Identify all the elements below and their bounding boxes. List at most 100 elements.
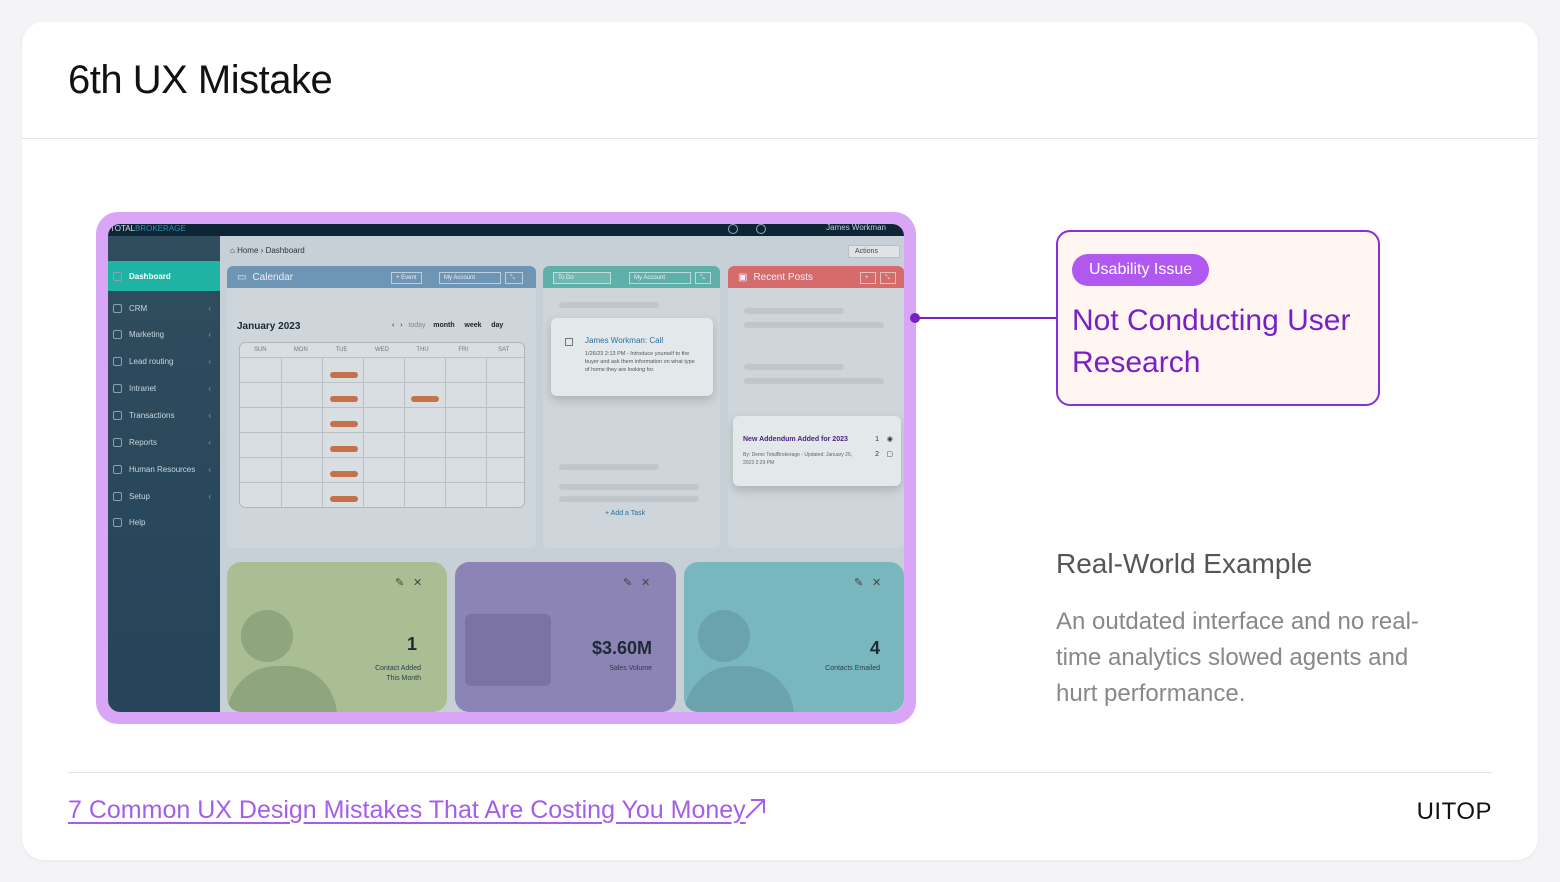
usability-issue-badge: Usability Issue (1072, 254, 1210, 286)
stat-value: 1 (406, 634, 417, 654)
stat-card-contacts-emailed: ✎ ✕ 4 Contacts Emailed (684, 562, 904, 712)
sidebar-item-intranet[interactable]: Intranet ‹ (108, 377, 220, 399)
stat-value: 4 (869, 638, 880, 658)
post-title[interactable]: New Addendum Added for 2023 (743, 436, 848, 443)
issue-title: Not Conducting User Research (1072, 304, 1351, 379)
sidebar-item-lead-routing[interactable]: Lead routing ‹ (108, 350, 220, 372)
screenshot-frame: TOTALBROKERAGE James Workman Dashboard C… (96, 212, 916, 724)
card-header: 6th UX Mistake (22, 22, 1538, 139)
calendar-panel: ▭ Calendar + Event My Account ⤡ January … (227, 266, 536, 548)
actions-dropdown[interactable]: Actions (848, 245, 900, 258)
connector-line (917, 317, 1057, 319)
edit-icon[interactable]: ✎ (623, 576, 632, 589)
close-icon[interactable]: ✕ (413, 576, 422, 589)
post-card[interactable]: New Addendum Added for 2023 By: Demo Tot… (733, 416, 901, 486)
month-view-button[interactable]: month (433, 322, 454, 329)
comment-count: 2 (875, 451, 879, 458)
calendar-month-label: January 2023 (237, 321, 301, 332)
task-title[interactable]: James Workman: Call (585, 336, 663, 345)
todo-panel: To Do My Account ⤡ James Workman: Call 1… (543, 266, 720, 548)
home-icon: ⌂ (230, 246, 235, 255)
week-view-button[interactable]: week (464, 322, 481, 329)
footer-divider (68, 772, 1492, 773)
home-icon (113, 271, 122, 281)
today-button[interactable]: today (408, 322, 425, 329)
stat-label: Sales Volume (609, 665, 652, 672)
article-link[interactable]: 7 Common UX Design Mistakes That Are Cos… (68, 796, 746, 825)
gear-icon (113, 491, 122, 501)
mail-icon (113, 329, 122, 339)
post-meta: By: Demo TotalBrokerage - Updated: Janua… (743, 452, 853, 466)
stat-label: Contact Added This Month (375, 665, 421, 682)
day-view-button[interactable]: day (491, 322, 503, 329)
breadcrumb-home[interactable]: Home (237, 246, 258, 255)
close-icon[interactable]: ✕ (641, 576, 650, 589)
help-icon (113, 517, 122, 527)
calendar-event[interactable] (330, 372, 358, 378)
edit-icon[interactable]: ✎ (854, 576, 863, 589)
sidebar-item-dashboard[interactable]: Dashboard (108, 261, 220, 291)
users-icon (113, 303, 122, 313)
dashboard-screenshot: TOTALBROKERAGE James Workman Dashboard C… (108, 224, 904, 712)
real-world-description: An outdated interface and no real-time a… (1056, 608, 1419, 707)
calendar-event[interactable] (411, 396, 439, 402)
money-icon (465, 614, 551, 686)
posts-header: ▣ Recent Posts (728, 266, 904, 288)
calendar-event[interactable] (330, 421, 358, 427)
edit-icon[interactable]: ✎ (395, 576, 404, 589)
close-icon[interactable]: ✕ (872, 576, 881, 589)
calendar-icon: ▭ (237, 271, 247, 283)
todo-select[interactable]: To Do (553, 272, 611, 284)
sidebar-item-human-resources[interactable]: Human Resources ‹ (108, 458, 220, 480)
next-month-button[interactable]: › (400, 322, 402, 329)
todo-account-select[interactable]: My Account (629, 272, 691, 284)
notification-icon[interactable] (756, 224, 766, 234)
sidebar-item-reports[interactable]: Reports ‹ (108, 431, 220, 453)
user-name[interactable]: James Workman (826, 224, 886, 232)
brand-logo: TOTALBROKERAGE (110, 224, 186, 233)
calendar-weekdays: SUN MON TUE WED THU FRI SAT (253, 347, 510, 353)
arrow-up-right-icon[interactable] (742, 796, 768, 822)
prev-month-button[interactable]: ‹ (392, 322, 394, 329)
real-world-title: Real-World Example (1056, 548, 1313, 579)
dashboard-sidebar: Dashboard CRM ‹ Marketing ‹ Lead routing ‹ … (108, 236, 220, 712)
sidebar-item-transactions[interactable]: Transactions ‹ (108, 404, 220, 426)
add-task-link[interactable]: + Add a Task (605, 510, 645, 517)
sidebar-item-crm[interactable]: CRM ‹ (108, 297, 220, 319)
sidebar-item-help[interactable]: Help (108, 511, 220, 533)
routing-icon (113, 356, 122, 366)
people-icon (113, 464, 122, 474)
stat-label: Contacts Emailed (825, 665, 880, 672)
sidebar-item-setup[interactable]: Setup ‹ (108, 485, 220, 507)
expand-icon[interactable]: ⤡ (880, 272, 896, 284)
calendar-grid[interactable]: SUN MON TUE WED THU FRI SAT (239, 342, 525, 508)
add-event-button[interactable]: + Event (391, 272, 422, 284)
brand-name: UITOP (1416, 798, 1492, 825)
help-icon[interactable] (728, 224, 738, 234)
article-card: 6th UX Mistake TOTALBROKERAGE James Work… (22, 22, 1538, 860)
sidebar-item-marketing[interactable]: Marketing ‹ (108, 323, 220, 345)
calendar-event[interactable] (330, 496, 358, 502)
eye-icon: ◉ (886, 436, 893, 443)
page-title: 6th UX Mistake (68, 57, 333, 102)
expand-icon[interactable]: ⤡ (695, 272, 711, 284)
view-count: 1 (875, 436, 879, 443)
task-checkbox[interactable] (565, 338, 573, 346)
issue-callout: Usability Issue Not Conducting User Rese… (1056, 230, 1380, 406)
box-icon (113, 410, 122, 420)
calendar-nav: ‹ › today month week day (392, 322, 503, 329)
chart-icon (113, 437, 122, 447)
calendar-event[interactable] (330, 446, 358, 452)
stat-card-sales-volume: ✎ ✕ $3.60M Sales Volume (455, 562, 676, 712)
globe-icon (113, 383, 122, 393)
todo-task-card[interactable]: James Workman: Call 1/26/23 2:13 PM - In… (551, 318, 713, 396)
calendar-event[interactable] (330, 396, 358, 402)
dashboard-topbar: TOTALBROKERAGE James Workman (108, 224, 904, 236)
expand-icon[interactable]: ⤡ (505, 272, 523, 284)
calendar-account-select[interactable]: My Account (439, 272, 501, 284)
breadcrumb: ⌂ Home › Dashboard (230, 246, 305, 255)
stat-value: $3.60M (591, 638, 652, 658)
recent-posts-panel: ▣ Recent Posts + ⤡ New Addendum Added fo… (728, 266, 904, 548)
calendar-event[interactable] (330, 471, 358, 477)
add-post-button[interactable]: + (860, 272, 876, 284)
